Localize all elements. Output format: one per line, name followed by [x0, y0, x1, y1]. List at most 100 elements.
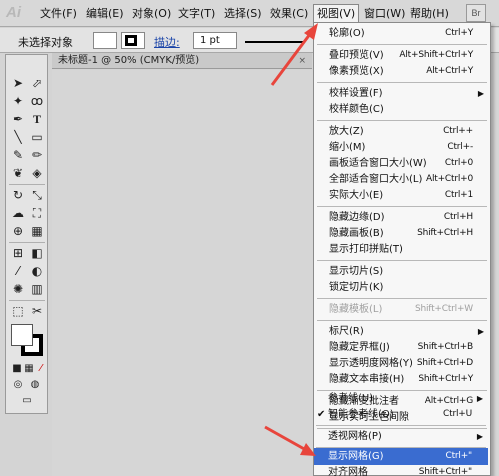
- artboard-tool-icon[interactable]: ⬚: [9, 303, 27, 319]
- menu-item-shortcut: Alt+Ctrl+0: [425, 174, 473, 184]
- tools-divider: [9, 300, 45, 301]
- menu-item-show-grid[interactable]: 显示网格(G) Ctrl+": [314, 448, 488, 465]
- menu-item-smart-guides[interactable]: ✔ 智能参考线(Q) Ctrl+U: [314, 406, 488, 423]
- menu-item-guides[interactable]: 参考线(U) ▶: [314, 390, 488, 407]
- menu-item-shortcut: Alt+Shift+Ctrl+Y: [399, 50, 473, 60]
- menu-window[interactable]: 窗口(W): [364, 6, 405, 22]
- shape-builder-tool-icon[interactable]: ⊕: [9, 223, 27, 239]
- stroke-label-link[interactable]: 描边:: [154, 34, 180, 50]
- menu-item-proof-colors[interactable]: 校样颜色(C): [315, 101, 489, 118]
- menu-item-snap-to-grid[interactable]: 对齐网格 Shift+Ctrl+": [314, 464, 488, 476]
- magic-wand-tool-icon[interactable]: ✦: [9, 93, 27, 109]
- slice-tool-icon[interactable]: ✂: [28, 303, 46, 319]
- menu-item-label: 缩小(M): [329, 142, 366, 153]
- menu-item-label: 显示透明度网格(Y): [329, 358, 413, 369]
- line-segment-tool-icon[interactable]: ╲: [9, 129, 27, 145]
- fill-color-box[interactable]: [11, 324, 33, 346]
- eraser-tool-icon[interactable]: ◈: [28, 165, 46, 181]
- menu-item-hide-bounding-box[interactable]: 隐藏定界框(J) Shift+Ctrl+B: [315, 339, 489, 356]
- menu-item-shortcut: Shift+Ctrl+D: [416, 358, 473, 368]
- menu-item-shortcut: Ctrl+Y: [445, 28, 473, 38]
- draw-behind-icon[interactable]: ◍: [26, 377, 44, 393]
- perspective-grid-tool-icon[interactable]: ▦: [28, 223, 46, 239]
- close-icon[interactable]: ×: [298, 53, 306, 69]
- menu-item-actual-size[interactable]: 实际大小(E) Ctrl+1: [315, 187, 489, 204]
- menu-item-show-slices[interactable]: 显示切片(S): [315, 263, 489, 280]
- menu-item-label: 显示网格(G): [328, 451, 384, 462]
- free-transform-tool-icon[interactable]: ⛶: [28, 205, 46, 221]
- menu-separator: [317, 320, 487, 321]
- menu-separator: [317, 206, 487, 207]
- submenu-arrow-icon: ▶: [476, 432, 483, 441]
- fill-swatch[interactable]: [93, 32, 117, 49]
- menu-item-label: 隐藏模板(L): [329, 304, 383, 315]
- view-menu-lower-section: 参考线(U) ▶ ✔ 智能参考线(Q) Ctrl+U 透视网格(P) ▶ 显示网格(G)…: [313, 386, 491, 476]
- blend-tool-icon[interactable]: ◐: [28, 263, 46, 279]
- warp-tool-icon[interactable]: ☁: [9, 205, 27, 221]
- menu-item-label: 智能参考线(Q): [328, 409, 394, 420]
- document-tab[interactable]: 未标题-1 @ 50% (CMYK/预览) ×: [52, 53, 312, 69]
- menu-item-shortcut: Shift+Ctrl+H: [417, 228, 473, 238]
- type-tool-icon[interactable]: T: [28, 111, 46, 127]
- menu-select[interactable]: 选择(S): [224, 6, 262, 22]
- column-graph-tool-icon[interactable]: ▥: [28, 281, 46, 297]
- menu-item-zoom-out[interactable]: 缩小(M) Ctrl+-: [315, 139, 489, 156]
- menu-item-zoom-in[interactable]: 放大(Z) Ctrl++: [315, 123, 489, 140]
- menu-item-label: 显示切片(S): [329, 266, 384, 277]
- menu-item-proof-setup[interactable]: 校样设置(F) ▶: [315, 85, 489, 102]
- menu-effect[interactable]: 效果(C): [270, 6, 308, 22]
- submenu-arrow-icon: ▶: [477, 327, 484, 336]
- menu-item-shortcut: Ctrl+": [445, 451, 473, 461]
- eyedropper-tool-icon[interactable]: ⁄: [9, 263, 27, 279]
- menu-item-hide-artboards[interactable]: 隐藏画板(B) Shift+Ctrl+H: [315, 225, 489, 242]
- menu-file[interactable]: 文件(F): [40, 6, 77, 22]
- stroke-weight-select[interactable]: 1 pt: [193, 32, 237, 49]
- selection-tool-icon[interactable]: ➤: [9, 75, 27, 91]
- menu-object[interactable]: 对象(O): [132, 6, 171, 22]
- menu-item-fit-all[interactable]: 全部适合窗口大小(L) Alt+Ctrl+0: [315, 171, 489, 188]
- menu-edit[interactable]: 编辑(E): [86, 6, 124, 22]
- bridge-button[interactable]: Br: [466, 4, 486, 22]
- pen-tool-icon[interactable]: ✒: [9, 111, 27, 127]
- menu-item-label: 标尺(R): [329, 326, 364, 337]
- menu-separator: [317, 260, 487, 261]
- selection-status: 未选择对象: [18, 36, 73, 49]
- menu-item-rulers[interactable]: 标尺(R) ▶: [315, 323, 489, 340]
- menu-item-print-tiling[interactable]: 显示打印拼贴(T): [315, 241, 489, 258]
- rectangle-tool-icon[interactable]: ▭: [28, 129, 46, 145]
- menu-item-transparency-grid[interactable]: 显示透明度网格(Y) Shift+Ctrl+D: [315, 355, 489, 372]
- direct-selection-tool-icon[interactable]: ⬀: [28, 75, 46, 91]
- rotate-tool-icon[interactable]: ↻: [9, 187, 27, 203]
- menu-type[interactable]: 文字(T): [178, 6, 215, 22]
- stroke-swatch[interactable]: [121, 32, 145, 49]
- menu-item-label: 隐藏边缘(D): [329, 212, 385, 223]
- menu-help[interactable]: 帮助(H): [410, 6, 449, 22]
- menu-item-pixel-preview[interactable]: 像素预览(X) Alt+Ctrl+Y: [315, 63, 489, 80]
- stroke-profile-preview[interactable]: [245, 41, 305, 43]
- gradient-tool-icon[interactable]: ◧: [28, 245, 46, 261]
- blob-brush-tool-icon[interactable]: ❦: [9, 165, 27, 181]
- menu-separator: [317, 120, 487, 121]
- menu-item-lock-slices[interactable]: 锁定切片(K): [315, 279, 489, 296]
- symbol-sprayer-tool-icon[interactable]: ✺: [9, 281, 27, 297]
- draw-mode-icon[interactable]: ◎: [9, 377, 27, 393]
- pencil-tool-icon[interactable]: ✏: [28, 147, 46, 163]
- menu-item-perspective-grid[interactable]: 透视网格(P) ▶: [314, 428, 488, 445]
- menu-item-shortcut: Alt+Ctrl+Y: [426, 66, 473, 76]
- menu-separator: [317, 298, 487, 299]
- mesh-tool-icon[interactable]: ⊞: [9, 245, 27, 261]
- menu-item-label: 像素预览(X): [329, 66, 384, 77]
- paintbrush-tool-icon[interactable]: ✎: [9, 147, 27, 163]
- lasso-tool-icon[interactable]: ꝏ: [28, 93, 46, 109]
- menu-item-fit-artboard[interactable]: 画板适合窗口大小(W) Ctrl+0: [315, 155, 489, 172]
- menu-item-label: 轮廓(O): [329, 28, 365, 39]
- menu-view[interactable]: 视图(V): [313, 4, 360, 23]
- menu-item-shortcut: Ctrl+U: [443, 409, 472, 419]
- scale-tool-icon[interactable]: ⤡: [28, 187, 46, 203]
- menu-item-overprint-preview[interactable]: 叠印预览(V) Alt+Shift+Ctrl+Y: [315, 47, 489, 64]
- menu-item-outline[interactable]: 轮廓(O) Ctrl+Y: [315, 25, 489, 42]
- tools-divider: [9, 242, 45, 243]
- none-mode-icon[interactable]: ⁄: [32, 361, 50, 377]
- screen-mode-icon[interactable]: ▭: [18, 393, 36, 409]
- menu-item-hide-edges[interactable]: 隐藏边缘(D) Ctrl+H: [315, 209, 489, 226]
